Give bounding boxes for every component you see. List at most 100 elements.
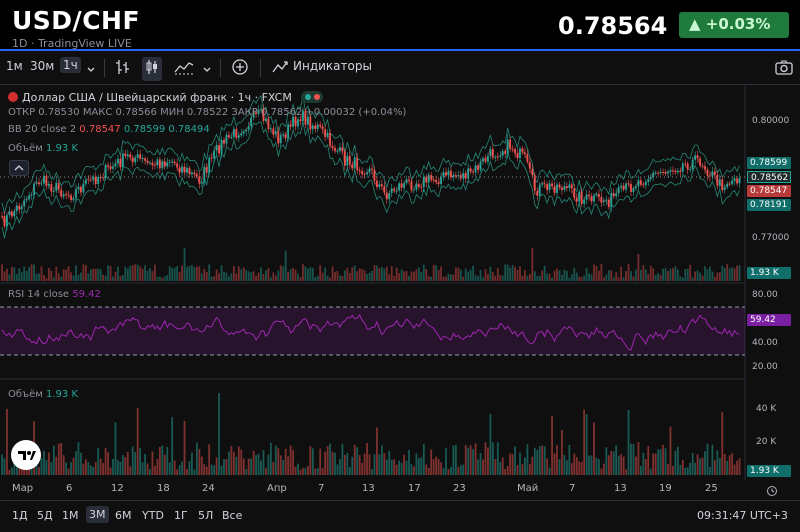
volume-bar [257, 453, 260, 475]
candle-body [284, 134, 287, 139]
range-all-button[interactable]: Все [222, 509, 242, 522]
bb-upper-badge: 0.78599 [747, 157, 791, 169]
volume-bar [390, 459, 393, 475]
volume-bar [731, 453, 734, 475]
volume-bar [346, 267, 349, 281]
volume-value: 1.93 K [46, 143, 79, 154]
volume-bar [13, 267, 16, 281]
candle-body [667, 171, 669, 174]
volume-bar [223, 271, 225, 281]
volume-bar [575, 272, 578, 281]
area-chart-icon[interactable] [173, 57, 195, 81]
volume-bar [30, 264, 33, 281]
volume-bar [8, 469, 11, 475]
candle-body [80, 187, 82, 193]
volume-bar [378, 454, 381, 475]
legend-bb-row[interactable]: BB 20 close 2 0.78547 0.78599 0.78494 [8, 124, 210, 135]
volume-bar [701, 457, 704, 475]
candle-body [380, 184, 383, 187]
candle-body [30, 194, 33, 196]
candle-body [639, 180, 642, 185]
volume-bar [351, 456, 354, 475]
volume-bar [158, 446, 161, 475]
candle-body [368, 168, 371, 173]
volume-bar [240, 269, 243, 281]
range-ytd-button[interactable]: YTD [142, 509, 164, 522]
clock-utc[interactable]: 09:31:47 UTC+3 [697, 509, 788, 522]
indicators-button[interactable]: Индикаторы [293, 59, 372, 73]
plus-circle-icon[interactable] [231, 57, 249, 81]
timezone-settings-icon[interactable] [766, 482, 778, 501]
volume-bar [77, 442, 80, 475]
interval-1m-button[interactable]: 1м [6, 59, 23, 73]
volume-bar [390, 266, 393, 281]
range-1m-button[interactable]: 1М [62, 509, 79, 522]
volume-bar [521, 275, 524, 281]
volume-bar [277, 270, 280, 281]
volume-bar [198, 449, 201, 475]
volume-bar [435, 456, 438, 475]
volume-bar [173, 460, 176, 475]
candle-body [129, 154, 132, 158]
volume-bar [311, 267, 314, 281]
volume-bar [590, 455, 593, 475]
range-1d-button[interactable]: 1Д [12, 509, 28, 522]
candle-body [134, 157, 137, 163]
volume-axis-tick: 20 K [756, 437, 777, 447]
candles-icon[interactable] [142, 57, 162, 81]
candle-body [558, 184, 561, 188]
volume-bar [649, 468, 652, 475]
range-5y-button[interactable]: 5Л [198, 509, 213, 522]
camera-icon[interactable] [774, 57, 794, 81]
volume-bar [506, 465, 509, 475]
chevron-down-icon[interactable] [86, 60, 96, 79]
volume-bar [117, 460, 119, 475]
volume-bar [565, 270, 568, 281]
volume-bar [588, 273, 590, 281]
volume-bar [684, 467, 687, 475]
candle-body [200, 182, 203, 184]
volume-bar [188, 265, 191, 281]
volume-bar [348, 272, 351, 281]
range-5d-button[interactable]: 5Д [37, 509, 53, 522]
volume-bar [65, 269, 68, 281]
candle-body [163, 161, 166, 167]
range-3m-button[interactable]: 3М [86, 506, 109, 523]
volume-bar [637, 442, 640, 475]
candle-body [363, 173, 366, 175]
bar-chart-icon[interactable] [114, 57, 132, 81]
volume-bar [408, 275, 410, 281]
candle-body [336, 150, 339, 152]
candle-body [482, 158, 484, 162]
candle-body [25, 199, 28, 201]
candle-body [607, 199, 610, 207]
volume-bar [454, 444, 457, 475]
legend-volume2-row[interactable]: Объём 1.93 K [8, 389, 78, 400]
volume-bar [622, 456, 625, 475]
legend-rsi-row[interactable]: RSI 14 close 59.42 [8, 289, 101, 300]
interval-30m-button[interactable]: 30м [30, 59, 54, 73]
collapse-legend-button[interactable] [9, 160, 29, 176]
indicators-icon[interactable] [270, 57, 290, 81]
volume-bar [203, 268, 206, 281]
volume-bar [612, 277, 615, 281]
range-1y-button[interactable]: 1Г [174, 509, 188, 522]
range-6m-button[interactable]: 6М [115, 509, 132, 522]
chart-canvas[interactable] [0, 85, 800, 500]
volume-bar [612, 451, 615, 475]
candle-body [538, 184, 541, 196]
legend-volume-row[interactable]: Объём 1.93 K [8, 143, 78, 154]
volume-bar [709, 266, 711, 281]
volume-bar [635, 456, 637, 475]
chevron-down-icon[interactable] [202, 60, 212, 79]
volume-bar [563, 454, 566, 475]
volume-bar [144, 453, 146, 475]
time-tick: 7 [318, 483, 325, 494]
tradingview-logo[interactable] [11, 440, 41, 470]
candle-body [442, 172, 445, 177]
volume-bar [18, 268, 21, 281]
interval-1h-button[interactable]: 1ч [60, 57, 81, 73]
volume-bar [472, 449, 475, 475]
market-status-icon [301, 91, 324, 103]
volume-bar [176, 266, 179, 281]
